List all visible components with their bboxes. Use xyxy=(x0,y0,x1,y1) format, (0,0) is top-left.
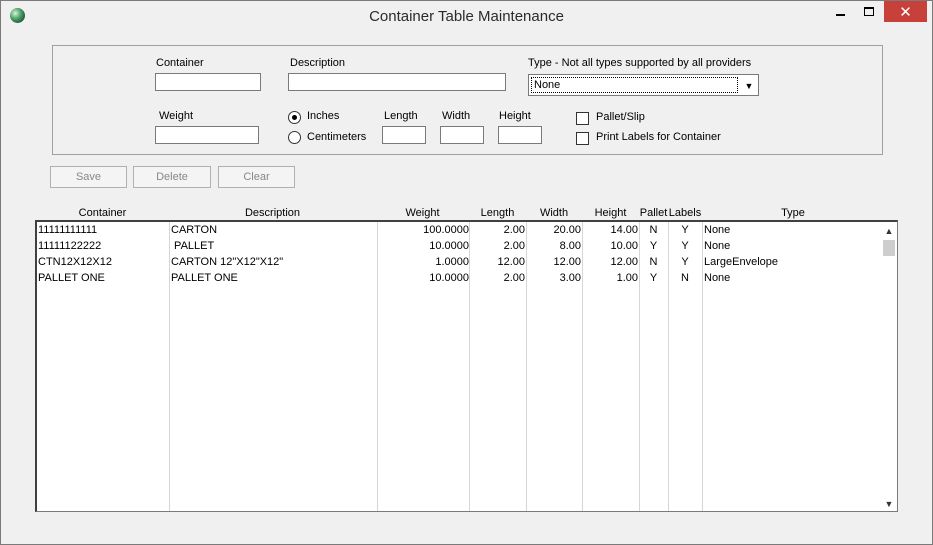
cell-weight: 10.0000 xyxy=(429,272,469,284)
print-labels-checkbox[interactable] xyxy=(576,132,589,145)
close-icon: ✕ xyxy=(899,3,912,21)
pallet-slip-label: Pallet/Slip xyxy=(596,111,645,123)
delete-button[interactable]: Delete xyxy=(133,166,211,188)
column-header-height[interactable]: Height xyxy=(582,207,639,219)
clear-button[interactable]: Clear xyxy=(218,166,295,188)
table-row[interactable]: PALLET ONE PALLET ONE 10.0000 2.00 3.00 … xyxy=(37,270,882,286)
cell-type: None xyxy=(704,272,731,284)
type-dropdown[interactable]: None ▼ xyxy=(528,74,759,96)
maximize-icon xyxy=(864,7,874,16)
column-header-labels[interactable]: Labels xyxy=(668,207,702,219)
scrollbar-thumb[interactable] xyxy=(883,240,895,256)
minimize-button[interactable] xyxy=(825,1,855,22)
column-header-width[interactable]: Width xyxy=(526,207,582,219)
cell-pallet: N xyxy=(649,256,658,268)
cell-description: CARTON 12"X12"X12" xyxy=(171,256,284,268)
cell-height: 12.00 xyxy=(610,256,638,268)
title-bar[interactable]: Container Table Maintenance ✕ xyxy=(1,1,932,31)
print-labels-label: Print Labels for Container xyxy=(596,131,721,143)
type-label: Type - Not all types supported by all pr… xyxy=(528,57,752,69)
cell-weight: 10.0000 xyxy=(429,240,469,252)
maximize-button[interactable] xyxy=(855,1,883,22)
cell-height: 10.00 xyxy=(610,240,638,252)
inches-radio[interactable] xyxy=(288,111,301,124)
height-input[interactable] xyxy=(498,126,542,144)
description-label: Description xyxy=(290,57,346,69)
chevron-down-icon[interactable]: ▼ xyxy=(881,495,897,511)
type-selected-value: None xyxy=(531,77,738,93)
save-button[interactable]: Save xyxy=(50,166,127,188)
container-input[interactable] xyxy=(155,73,261,91)
cell-width: 3.00 xyxy=(559,272,581,284)
cell-container: PALLET ONE xyxy=(38,272,105,284)
main-window: Container Table Maintenance ✕ Container … xyxy=(0,0,933,545)
table-row[interactable]: 11111122222 PALLET 10.0000 2.00 8.00 10.… xyxy=(37,238,882,254)
minimize-icon xyxy=(835,13,845,16)
cell-description: PALLET xyxy=(171,240,215,252)
width-input[interactable] xyxy=(440,126,484,144)
weight-label: Weight xyxy=(159,110,194,122)
cell-container: 11111111111 xyxy=(38,224,98,236)
cell-labels: N xyxy=(681,272,689,284)
cell-description: CARTON xyxy=(171,224,218,236)
length-input[interactable] xyxy=(382,126,426,144)
chevron-up-icon[interactable]: ▲ xyxy=(881,222,897,239)
cell-labels: Y xyxy=(681,256,689,268)
cell-weight: 100.0000 xyxy=(423,224,469,236)
cell-labels: Y xyxy=(681,240,689,252)
cell-weight: 1.0000 xyxy=(435,256,469,268)
table-header: Container Description Weight Length Widt… xyxy=(36,206,898,221)
entry-panel: Container Description Type - Not all typ… xyxy=(52,45,883,155)
cell-container: CTN12X12X12 xyxy=(38,256,112,268)
column-header-type[interactable]: Type xyxy=(702,207,884,219)
cell-width: 20.00 xyxy=(553,224,581,236)
cell-height: 1.00 xyxy=(616,272,638,284)
cell-pallet: Y xyxy=(649,240,658,252)
width-label: Width xyxy=(442,110,471,122)
cell-width: 12.00 xyxy=(553,256,581,268)
cell-length: 2.00 xyxy=(503,272,525,284)
cell-labels: Y xyxy=(681,224,689,236)
table-row[interactable]: CTN12X12X12 CARTON 12"X12"X12" 1.0000 12… xyxy=(37,254,882,270)
container-label: Container xyxy=(156,57,204,69)
cell-type: None xyxy=(704,240,731,252)
cell-length: 2.00 xyxy=(503,224,525,236)
column-header-pallet[interactable]: Pallet xyxy=(639,207,668,219)
cell-type: None xyxy=(704,224,731,236)
cell-description: PALLET ONE xyxy=(171,272,238,284)
length-label: Length xyxy=(384,110,418,122)
centimeters-label: Centimeters xyxy=(307,131,367,143)
close-button[interactable]: ✕ xyxy=(884,1,927,22)
pallet-slip-checkbox[interactable] xyxy=(576,112,589,125)
height-label: Height xyxy=(499,110,531,122)
cell-length: 12.00 xyxy=(497,256,525,268)
inches-label: Inches xyxy=(307,110,340,122)
containers-table[interactable]: 11111111111 CARTON 100.0000 2.00 20.00 1… xyxy=(35,220,898,512)
weight-input[interactable] xyxy=(155,126,259,144)
window-title: Container Table Maintenance xyxy=(369,8,564,25)
column-header-description[interactable]: Description xyxy=(169,207,376,219)
column-header-length[interactable]: Length xyxy=(469,207,526,219)
cell-container: 11111122222 xyxy=(38,240,102,252)
cell-pallet: Y xyxy=(649,272,658,284)
column-header-weight[interactable]: Weight xyxy=(376,207,469,219)
cell-type: LargeEnvelope xyxy=(704,256,779,268)
chevron-down-icon[interactable]: ▼ xyxy=(742,78,756,93)
cell-pallet: N xyxy=(649,224,658,236)
cell-width: 8.00 xyxy=(559,240,581,252)
vertical-scrollbar[interactable]: ▲ ▼ xyxy=(881,222,897,511)
centimeters-radio[interactable] xyxy=(288,131,301,144)
cell-length: 2.00 xyxy=(503,240,525,252)
column-header-container[interactable]: Container xyxy=(36,207,169,219)
cell-height: 14.00 xyxy=(610,224,638,236)
description-input[interactable] xyxy=(288,73,506,91)
table-row[interactable]: 11111111111 CARTON 100.0000 2.00 20.00 1… xyxy=(37,222,882,238)
